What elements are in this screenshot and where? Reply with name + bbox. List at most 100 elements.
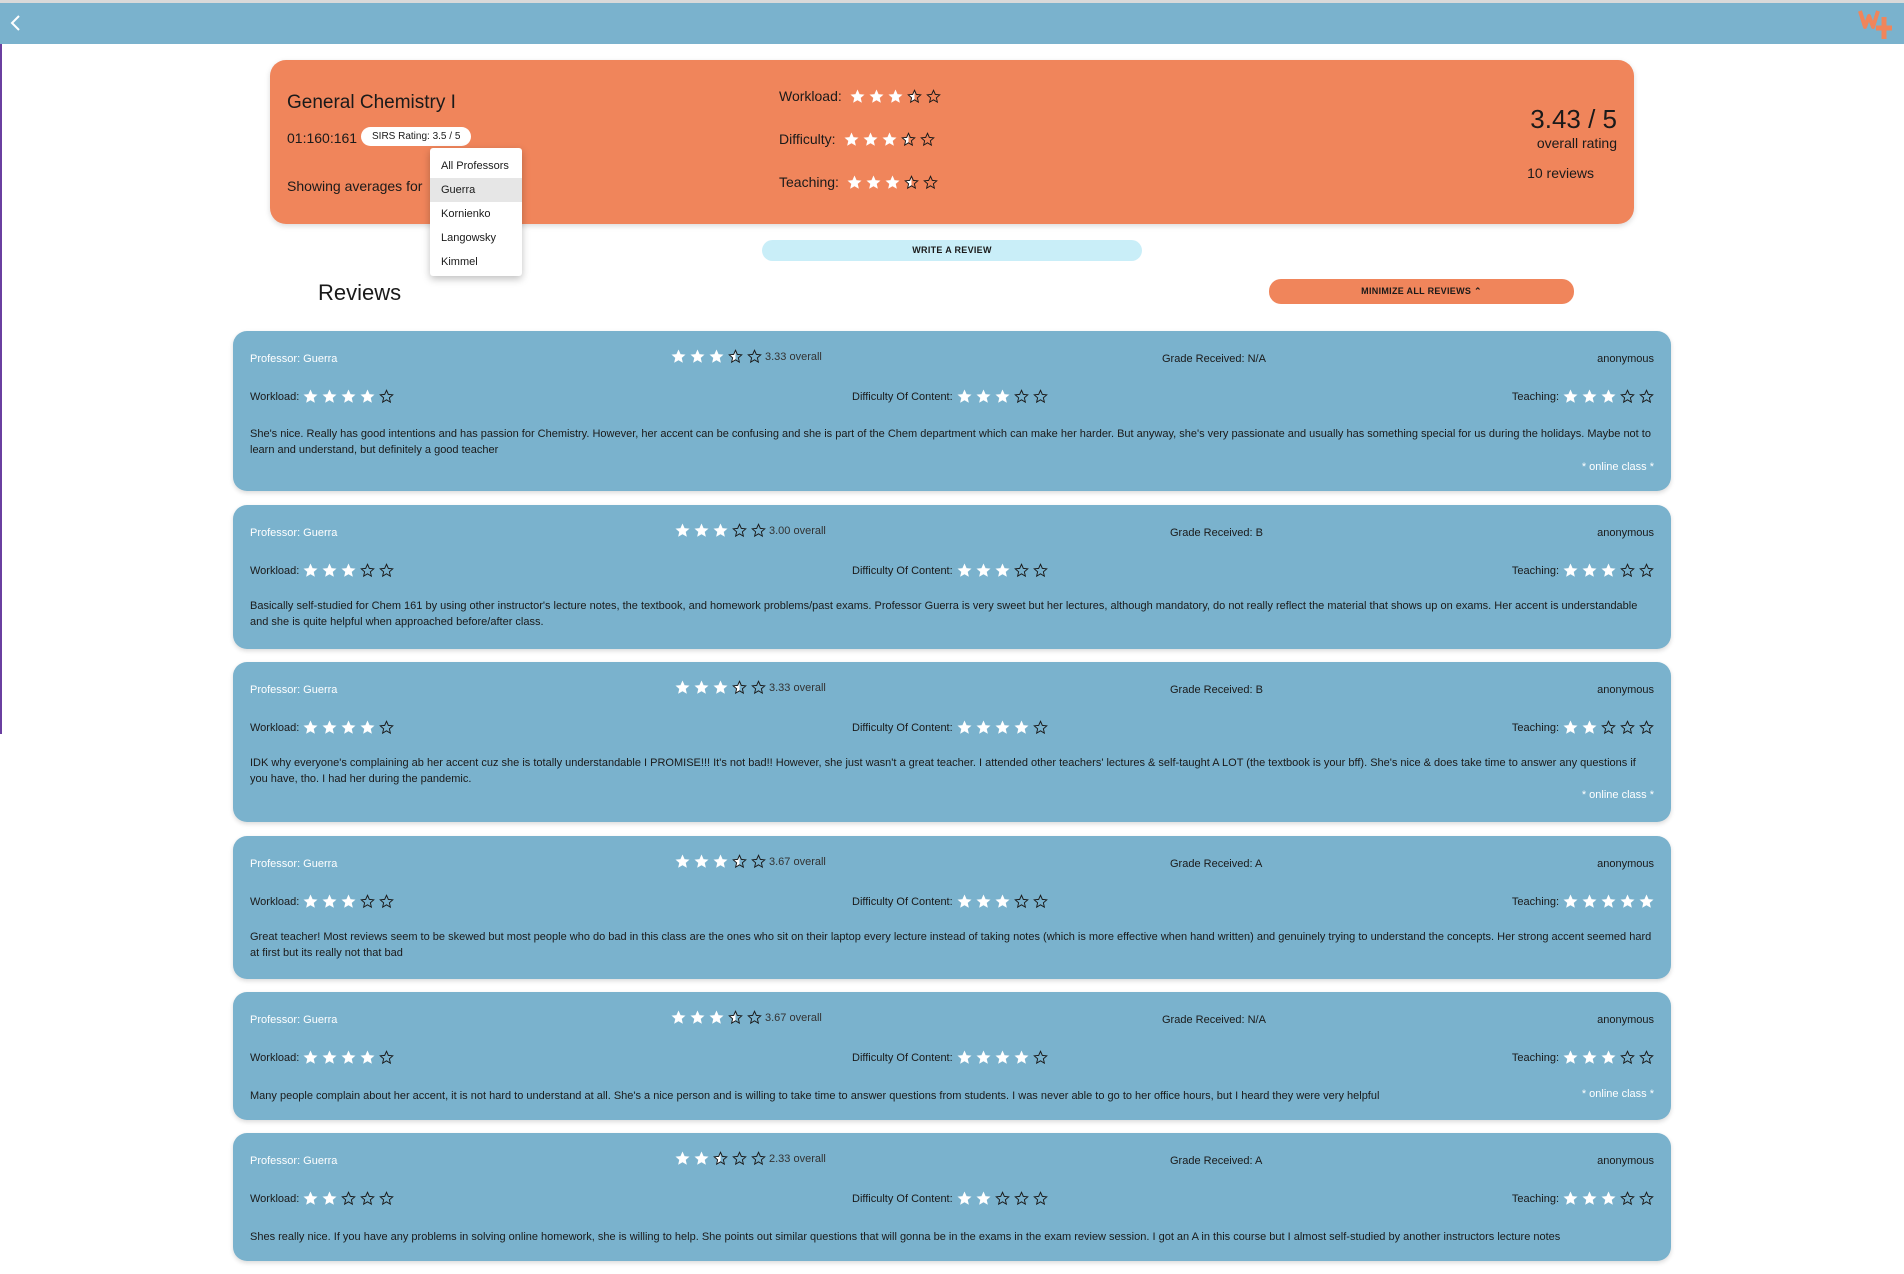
star-empty-icon: [1032, 894, 1048, 909]
star-empty-icon: [994, 1191, 1010, 1206]
review-author: anonymous: [1597, 858, 1654, 870]
review-professor: Professor: Guerra: [250, 1155, 338, 1167]
review-body: Great teacher! Most reviews seem to be s…: [250, 931, 1652, 959]
star-filled-icon: [713, 854, 728, 869]
showing-averages-label: Showing averages for: [287, 178, 423, 194]
top-bar: [0, 0, 1904, 44]
review-workload-label: Workload:: [250, 1192, 300, 1205]
star-filled-icon: [322, 894, 337, 909]
review-workload-label: Workload:: [250, 1051, 300, 1064]
star-filled-icon: [694, 680, 709, 695]
review-author: anonymous: [1597, 684, 1654, 696]
star-half-icon: [732, 680, 747, 695]
star-empty-icon: [925, 88, 941, 104]
star-filled-icon: [1639, 894, 1654, 909]
star-filled-icon: [1582, 1191, 1597, 1206]
review-workload-stars: [303, 894, 395, 909]
star-filled-icon: [869, 88, 884, 104]
star-filled-icon: [1601, 1191, 1616, 1206]
review-author: anonymous: [1597, 1155, 1654, 1167]
star-empty-icon: [1013, 563, 1029, 578]
review-teaching-label: Teaching:: [1511, 721, 1559, 734]
dropdown-option-all-professors[interactable]: All Professors: [430, 154, 522, 178]
review-workload-stars: [303, 389, 395, 404]
professor-dropdown-menu: All Professors Guerra Kornienko Langowsk…: [430, 148, 522, 276]
star-filled-icon: [675, 680, 690, 695]
review-overall: 3.33 overall: [675, 680, 826, 695]
star-filled-icon: [1563, 894, 1578, 909]
review-teaching: Teaching:: [1512, 1050, 1654, 1065]
review-author: anonymous: [1597, 527, 1654, 539]
write-review-button[interactable]: WRITE A REVIEW: [762, 240, 1142, 261]
star-filled-icon: [1014, 720, 1029, 735]
dropdown-option-kimmel[interactable]: Kimmel: [430, 250, 522, 274]
review-difficulty-label: Difficulty Of Content:: [852, 390, 953, 403]
overall-rating-value: 3.43 / 5: [1530, 104, 1617, 134]
review-workload-stars: [303, 1050, 395, 1065]
star-empty-icon: [923, 174, 938, 190]
star-half-icon: [728, 1010, 743, 1025]
star-half-icon: [732, 854, 747, 869]
star-filled-icon: [671, 349, 686, 364]
review-card: Professor: Guerra 3.67 overall Grade Rec…: [233, 992, 1671, 1120]
star-filled-icon: [360, 389, 375, 404]
dropdown-option-kornienko[interactable]: Kornienko: [430, 202, 522, 226]
star-filled-icon: [888, 88, 903, 104]
star-filled-icon: [675, 523, 690, 538]
star-filled-icon: [709, 349, 724, 364]
review-workload: Workload:: [250, 563, 395, 578]
review-overall-text: 2.33 overall: [769, 1152, 826, 1165]
sirs-rating-badge: SIRS Rating: 3.5 / 5: [361, 127, 472, 146]
review-difficulty: Difficulty Of Content:: [852, 1191, 1048, 1206]
dropdown-option-guerra[interactable]: Guerra: [430, 178, 522, 202]
review-difficulty: Difficulty Of Content:: [852, 1050, 1048, 1065]
star-filled-icon: [341, 563, 356, 578]
review-difficulty: Difficulty Of Content:: [852, 563, 1048, 578]
review-grade: Grade Received: B: [1170, 684, 1263, 696]
review-difficulty-stars: [957, 1191, 1048, 1206]
review-workload-label: Workload:: [250, 895, 300, 908]
star-empty-icon: [1032, 563, 1048, 578]
star-filled-icon: [885, 174, 900, 190]
workload-label: Workload:: [779, 88, 842, 104]
star-empty-icon: [1601, 720, 1616, 735]
star-filled-icon: [957, 894, 972, 909]
review-professor: Professor: Guerra: [250, 353, 338, 365]
logo-icon: [1858, 7, 1896, 43]
star-empty-icon: [747, 349, 762, 364]
star-empty-icon: [732, 523, 747, 538]
review-workload-label: Workload:: [250, 721, 300, 734]
review-difficulty-label: Difficulty Of Content:: [852, 1192, 953, 1205]
back-arrow-icon[interactable]: [6, 13, 30, 37]
star-empty-icon: [360, 563, 376, 578]
review-teaching-stars: [1563, 1191, 1654, 1206]
star-filled-icon: [322, 563, 337, 578]
star-filled-icon: [303, 1191, 318, 1206]
review-workload: Workload:: [250, 389, 395, 404]
minimize-all-reviews-button[interactable]: MINIMIZE ALL REVIEWS ⌃: [1269, 279, 1574, 304]
review-overall-stars: [675, 1151, 766, 1166]
review-teaching-label: Teaching:: [1511, 895, 1559, 908]
review-overall: 2.33 overall: [675, 1151, 826, 1166]
star-half-icon: [713, 1151, 728, 1166]
star-filled-icon: [1563, 563, 1578, 578]
review-teaching: Teaching:: [1512, 563, 1654, 578]
review-body: Many people complain about her accent, i…: [250, 1090, 1380, 1102]
star-filled-icon: [341, 389, 356, 404]
star-empty-icon: [1639, 389, 1654, 404]
review-card: Professor: Guerra 2.33 overall Grade Rec…: [233, 1133, 1671, 1261]
review-workload-stars: [303, 563, 395, 578]
review-teaching-label: Teaching:: [1511, 390, 1559, 403]
difficulty-stars: [844, 131, 935, 147]
star-filled-icon: [976, 1191, 991, 1206]
course-difficulty: Difficulty:: [779, 131, 935, 147]
dropdown-option-langowsky[interactable]: Langowsky: [430, 226, 522, 250]
review-body: Shes really nice. If you have any proble…: [250, 1231, 1561, 1243]
review-workload: Workload:: [250, 720, 395, 735]
review-professor: Professor: Guerra: [250, 1014, 338, 1026]
review-body: IDK why everyone's complaining ab her ac…: [250, 757, 1636, 785]
star-empty-icon: [1620, 1050, 1635, 1065]
review-author: anonymous: [1597, 1014, 1654, 1026]
review-overall: 3.67 overall: [675, 854, 826, 869]
review-difficulty-label: Difficulty Of Content:: [852, 564, 953, 577]
